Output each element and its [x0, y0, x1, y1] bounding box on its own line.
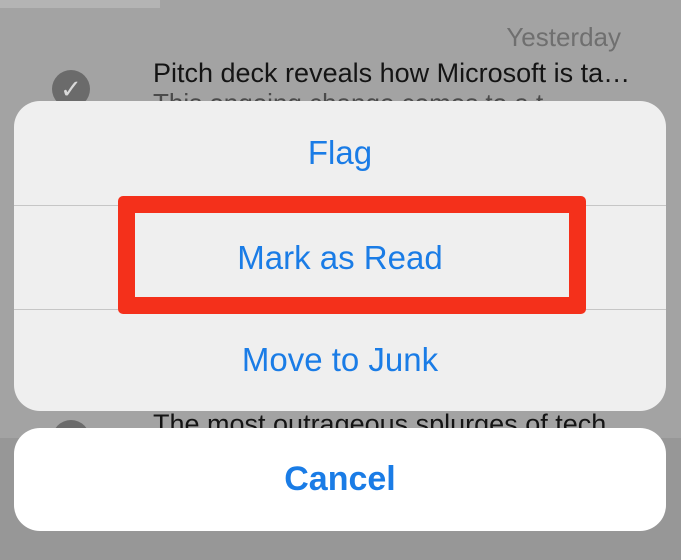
- mail-item-preview: This ongoing change comes to a t: [153, 88, 623, 102]
- mark-as-read-button[interactable]: Mark as Read: [14, 206, 666, 309]
- action-sheet: Flag Mark as Read Move to Junk: [14, 101, 666, 411]
- cancel-button[interactable]: Cancel: [14, 428, 666, 531]
- mail-date-header: Yesterday: [506, 22, 621, 52]
- mail-item-subject: Pitch deck reveals how Microsoft is ta…: [153, 58, 631, 88]
- top-bar-strip: [0, 0, 160, 8]
- flag-button[interactable]: Flag: [14, 101, 666, 205]
- move-to-junk-button[interactable]: Move to Junk: [14, 309, 666, 411]
